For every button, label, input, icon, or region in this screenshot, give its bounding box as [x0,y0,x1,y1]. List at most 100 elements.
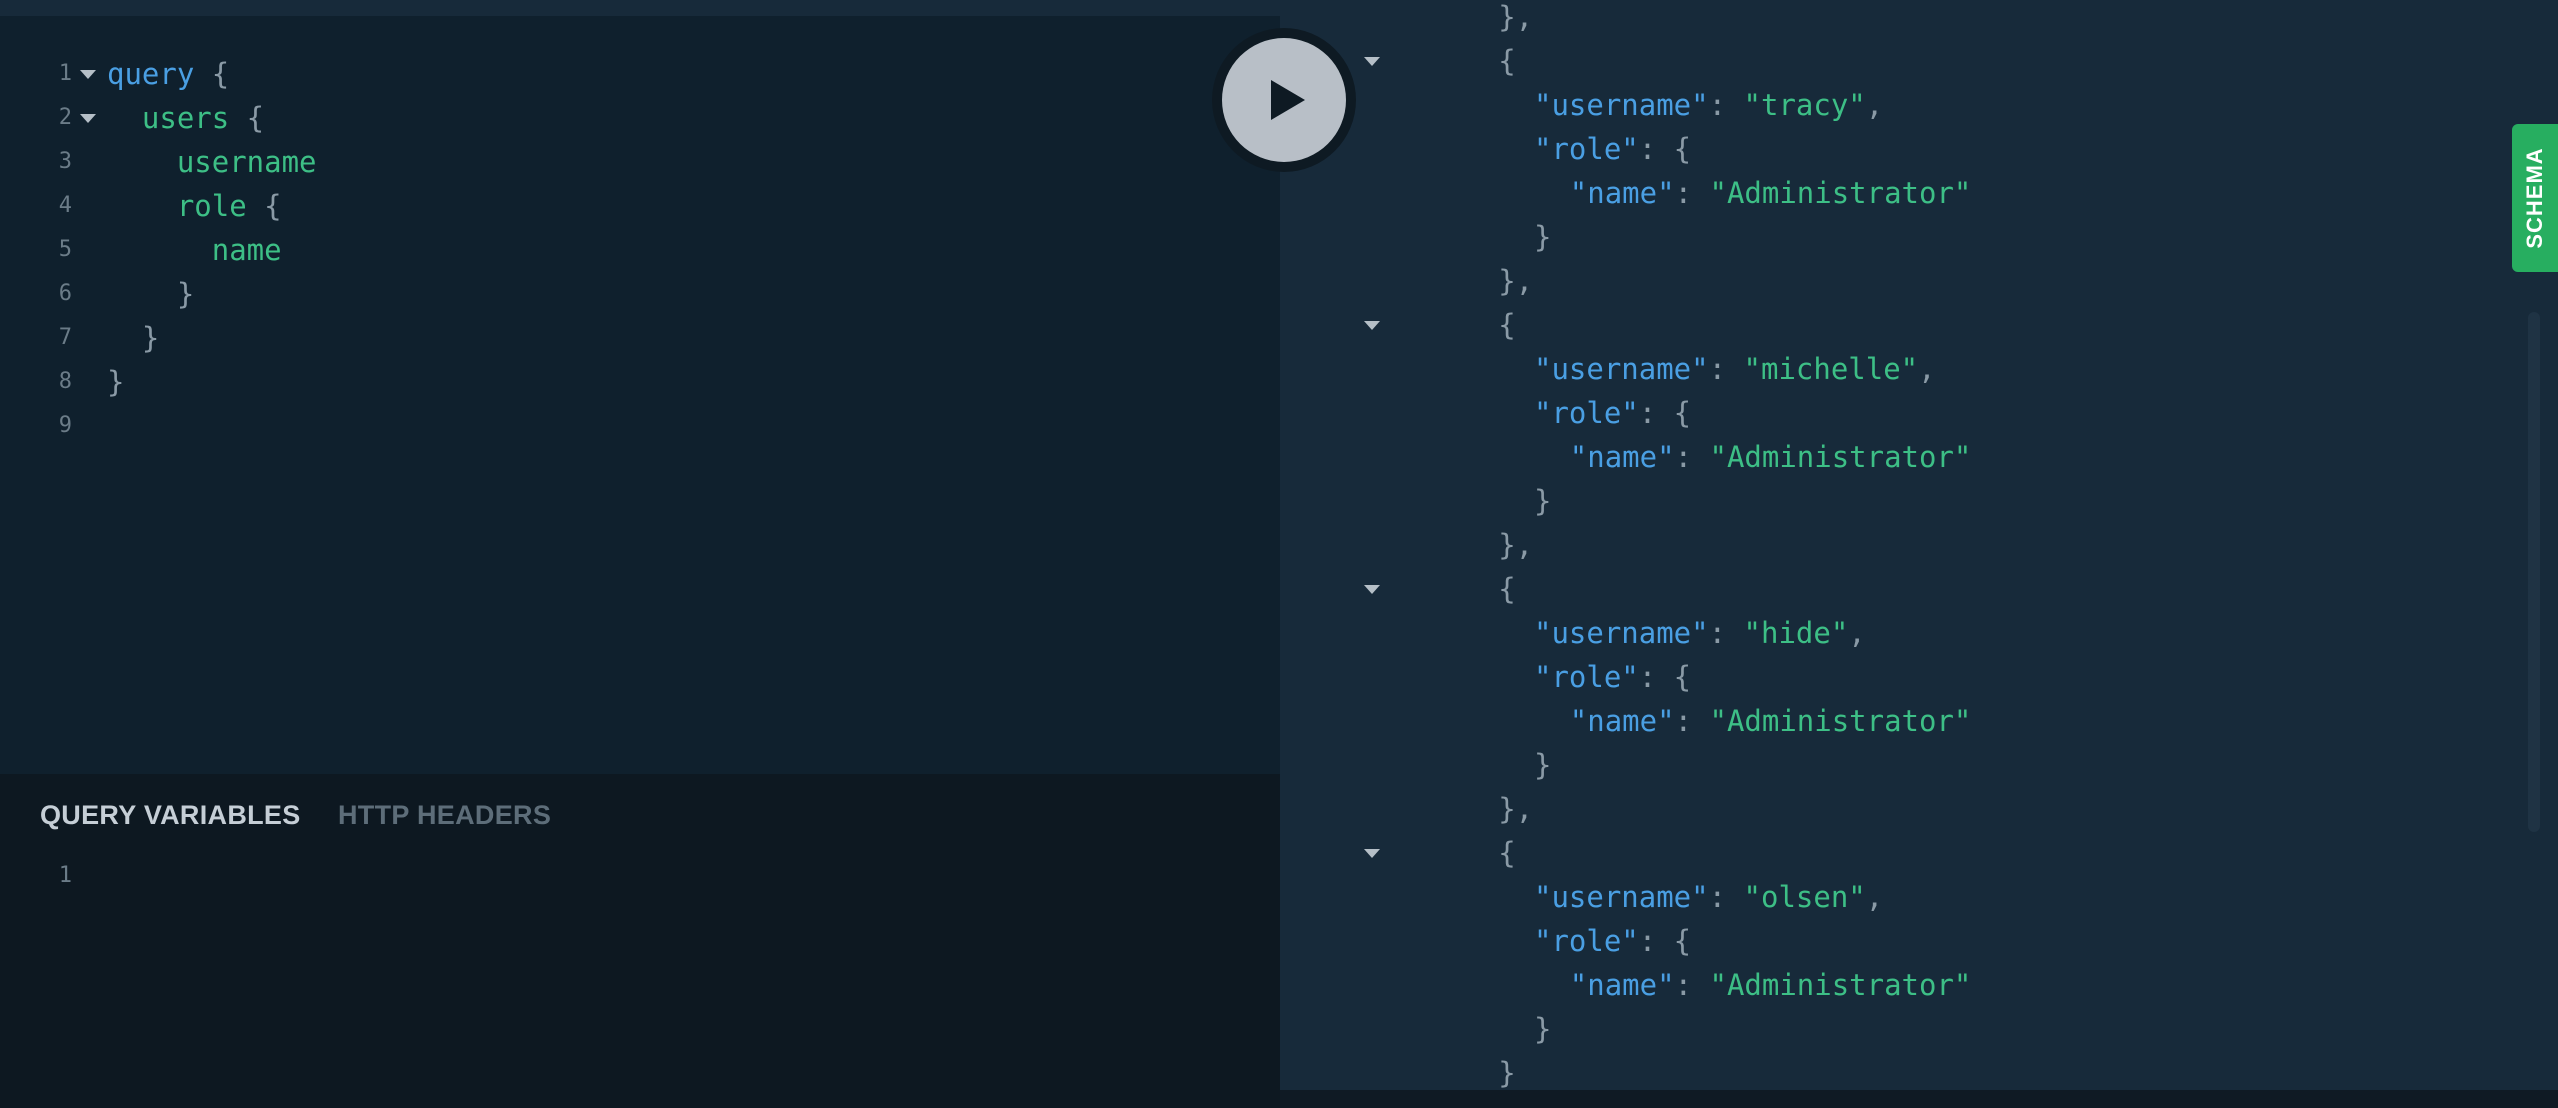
result-token: "Administrator" [1709,440,1972,474]
result-line: "role": { [1534,919,1691,963]
result-token: , [1918,352,1936,386]
editor-line-number: 3 [58,149,72,174]
editor-code-line: role { [107,184,282,228]
result-token: "role" [1534,132,1639,166]
result-token: : [1674,176,1710,210]
result-token: "name" [1569,968,1675,1002]
result-token: : { [1638,132,1692,166]
editor-line-number: 1 [58,61,72,86]
fold-arrow-icon[interactable] [80,70,96,79]
editor-code-line: query { [107,52,229,96]
result-line: }, [1498,523,1533,567]
editor-line-number: 7 [58,325,72,350]
result-token: : [1708,88,1744,122]
result-line: { [1498,831,1515,875]
editor-code-line: } [107,360,124,404]
result-scrollbar[interactable] [2528,312,2540,832]
code-token: { [246,189,282,223]
result-token: { [1498,572,1516,606]
editor-line-number: 4 [58,193,72,218]
result-token: { [1498,44,1516,78]
result-token: "role" [1534,924,1639,958]
result-line: "username": "tracy", [1534,83,1883,127]
result-token: : { [1638,660,1692,694]
result-line: } [1534,1007,1551,1051]
schema-tab[interactable]: SCHEMA [2512,124,2558,272]
result-token: }, [1498,264,1534,298]
result-line: "name": "Administrator" [1570,435,1972,479]
result-token: { [1498,836,1516,870]
result-line: }, [1498,259,1533,303]
result-token: } [1534,1012,1552,1046]
execute-button-face[interactable] [1222,38,1346,162]
editor-line-number: 5 [58,237,72,262]
result-token: , [1865,880,1884,914]
result-line: { [1498,39,1515,83]
result-token: "role" [1534,660,1639,694]
result-line: } [1534,215,1551,259]
result-token: "name" [1569,704,1675,738]
editor-line-number: 2 [58,105,72,130]
code-token: username [107,145,317,179]
top-bar [0,0,1280,16]
fold-arrow-icon[interactable] [1364,849,1380,858]
code-token: role [107,189,247,223]
code-token: { [194,57,230,91]
fold-arrow-icon[interactable] [80,114,96,123]
tab-http-headers[interactable]: HTTP HEADERS [338,800,551,831]
result-viewer: },{"username": "tracy", "role": {"name": … [1280,0,2558,1090]
result-token: } [1534,748,1552,782]
code-token: } [107,321,160,355]
result-line: "role": { [1534,655,1691,699]
result-line: } [1534,743,1551,787]
code-token: } [107,277,195,311]
fold-arrow-icon[interactable] [1364,585,1380,594]
result-line: "username": "michelle", [1534,347,1936,391]
fold-arrow-icon[interactable] [1364,57,1380,66]
tab-query-variables[interactable]: QUERY VARIABLES [40,800,301,831]
result-line: }, [1498,0,1533,39]
schema-tab-label: SCHEMA [2522,147,2547,249]
result-token: "username" [1534,352,1709,386]
graphql-playground: 1 2 3 4 5 6 7 8 9 query { users { username role … [0,0,2558,1108]
variables-panel: QUERY VARIABLES HTTP HEADERS 1 [0,774,1280,1108]
result-token: "username" [1534,616,1709,650]
result-token: : [1674,440,1710,474]
editor-code-line: users { [107,96,264,140]
execute-query-button[interactable] [1212,28,1356,172]
result-line: "name": "Administrator" [1570,699,1972,743]
result-line: "role": { [1534,127,1691,171]
result-token: "michelle" [1743,352,1919,386]
result-token: "hide" [1743,616,1849,650]
result-token: : [1708,880,1744,914]
result-line: "username": "hide", [1534,611,1866,655]
result-token: "tracy" [1743,88,1866,122]
code-token: users [107,101,230,135]
result-token: "role" [1534,396,1639,430]
code-token: { [229,101,265,135]
fold-arrow-icon[interactable] [1364,321,1380,330]
editor-line-number: 6 [58,281,72,306]
variables-line-number: 1 [58,863,72,888]
bottom-bar [1280,1090,2558,1108]
result-token: : [1708,352,1744,386]
result-token: : [1674,704,1710,738]
result-line: { [1498,303,1515,347]
result-token: { [1498,308,1516,342]
result-token: "username" [1534,880,1709,914]
result-line: } [1498,1051,1515,1090]
play-icon [1271,80,1305,120]
code-token: query [107,57,195,91]
result-token: "name" [1569,440,1675,474]
result-token: : [1674,968,1710,1002]
result-line: "name": "Administrator" [1570,171,1972,215]
result-token: "username" [1534,88,1709,122]
result-line: "username": "olsen", [1534,875,1883,919]
editor-code-line: name [107,228,282,272]
query-editor[interactable]: 1 2 3 4 5 6 7 8 9 query { users { username role … [0,16,1280,774]
result-token: } [1498,1056,1516,1090]
result-token: } [1534,484,1552,518]
editor-code-line: } [107,272,194,316]
result-token: , [1865,88,1884,122]
result-token: "Administrator" [1709,968,1972,1002]
